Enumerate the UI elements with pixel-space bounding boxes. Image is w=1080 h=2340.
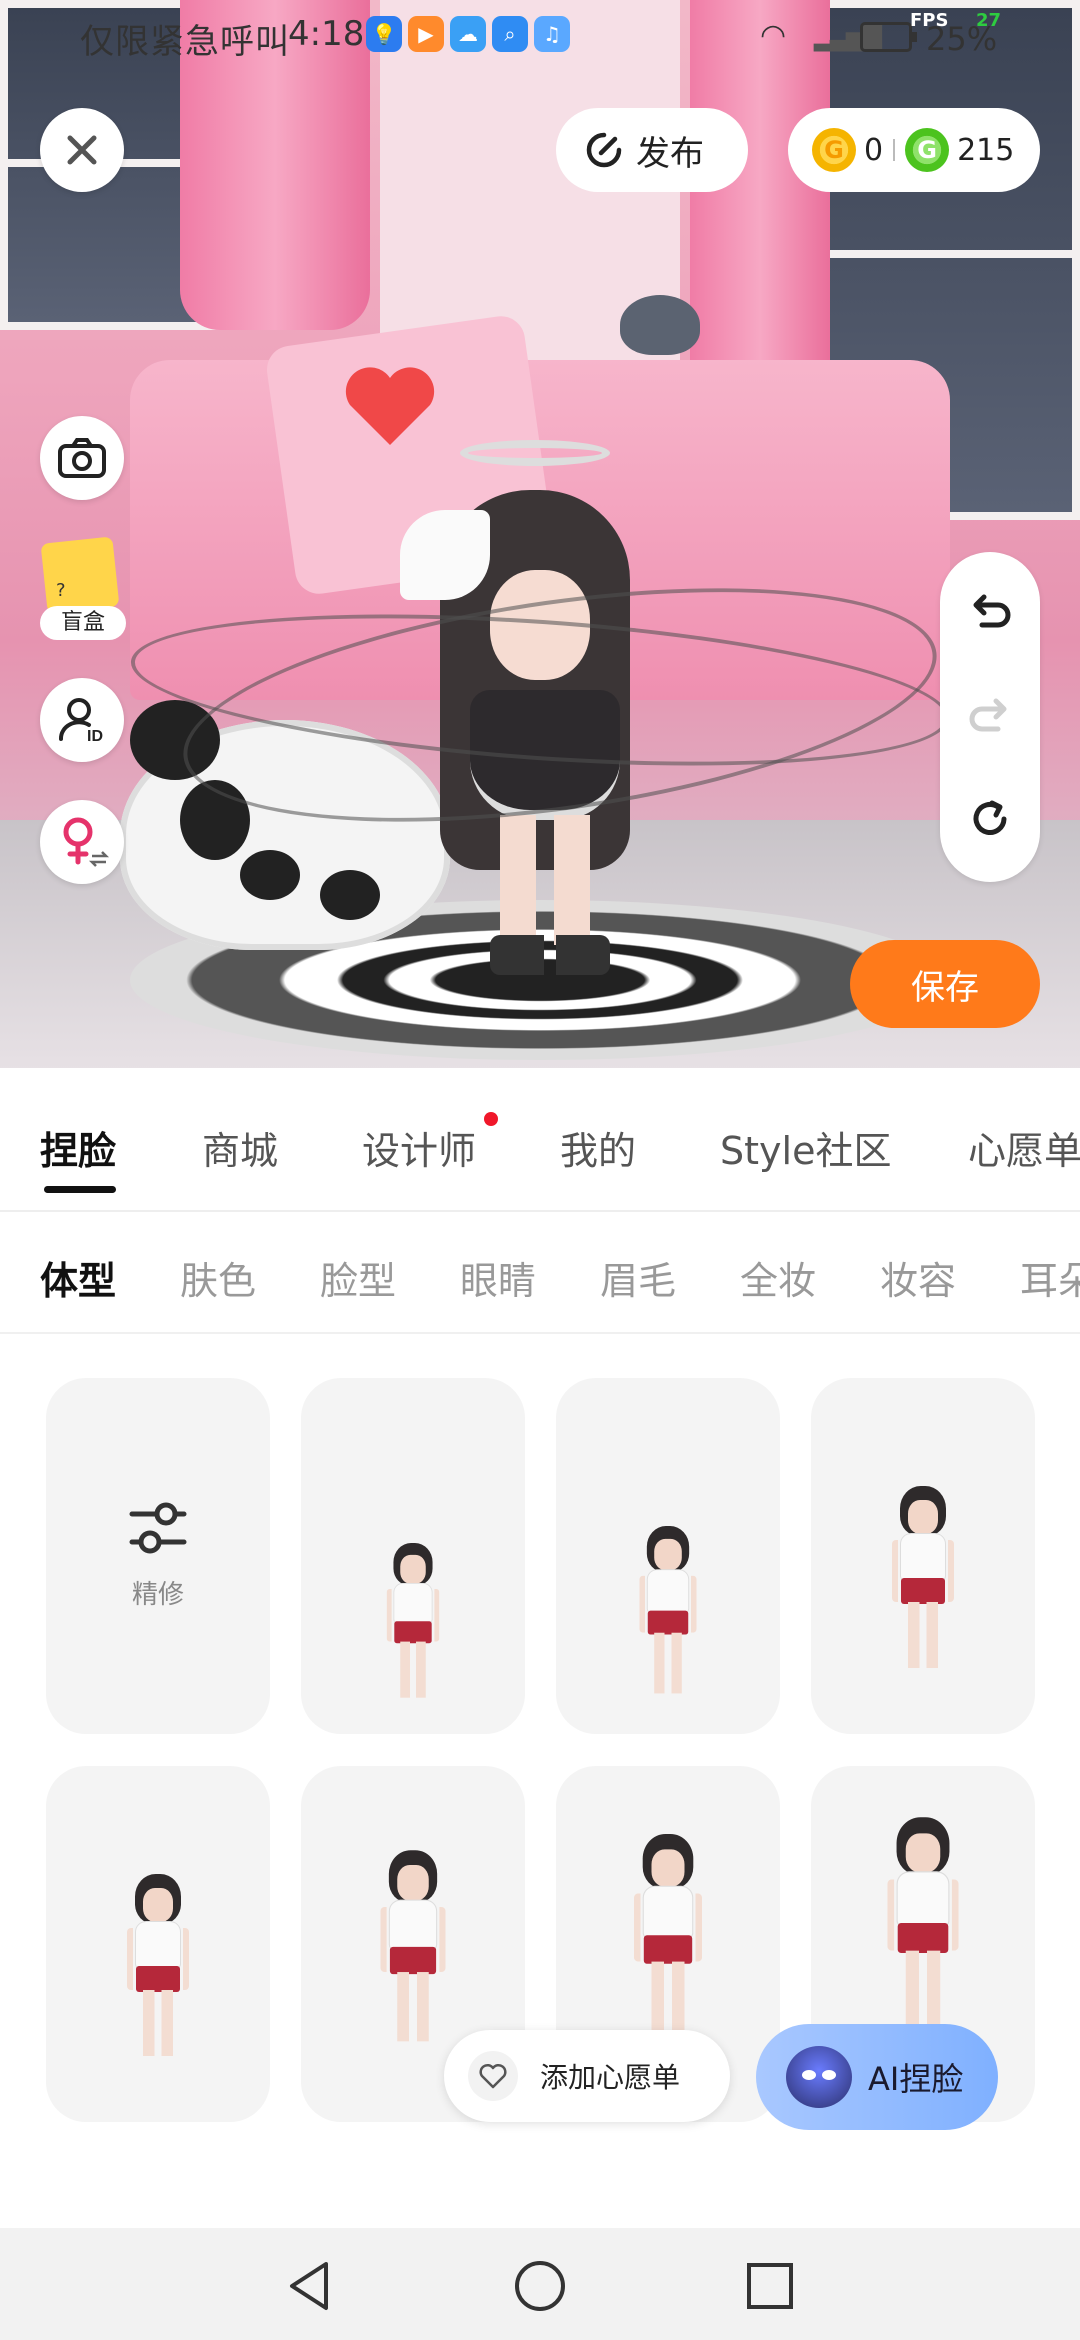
body-preview	[123, 1874, 193, 2094]
avatar-legs	[500, 815, 590, 945]
refine-label: 精修	[131, 1580, 184, 1610]
body-type-option[interactable]	[301, 1378, 525, 1734]
tab-mine[interactable]: 我的	[560, 1120, 636, 1175]
search-app-icon: ⌕	[492, 16, 528, 52]
recents-square-icon	[747, 2263, 793, 2309]
status-bar: 仅限紧急呼叫 4:18 💡 ▶ ☁ ⌕ ♫ ◠ ▂▃▅▇ FPS 27 25%	[0, 0, 1080, 70]
body-preview	[376, 1850, 450, 2092]
lightbulb-icon: 💡	[366, 16, 402, 52]
history-panel	[940, 552, 1040, 882]
redo-icon	[969, 698, 1007, 732]
publish-icon	[586, 132, 622, 168]
notification-icons: 💡 ▶ ☁ ⌕ ♫	[366, 16, 570, 52]
gold-coin-icon: G	[812, 128, 856, 172]
user-id-icon: ID	[59, 698, 103, 745]
currency-display[interactable]: G 0 G 215	[788, 108, 1040, 192]
question-mark-icon: ?	[56, 580, 66, 601]
avatar-halo	[460, 440, 610, 466]
undo-icon	[973, 594, 1011, 628]
subtab-body-type[interactable]: 体型	[40, 1250, 116, 1305]
robot-icon	[786, 2046, 852, 2108]
reset-button[interactable]	[940, 774, 1040, 864]
subtab-makeup[interactable]: 妆容	[880, 1250, 956, 1305]
ai-face-label: AI捏脸	[868, 2060, 964, 2098]
add-to-wishlist-button[interactable]: 添加心愿单	[444, 2030, 730, 2122]
ai-face-button[interactable]: AI捏脸	[756, 2024, 998, 2130]
home-button[interactable]	[512, 2258, 568, 2314]
body-preview	[636, 1526, 700, 1710]
tab-designer[interactable]: 设计师	[362, 1120, 476, 1175]
system-nav-bar	[0, 2228, 1080, 2340]
publish-button[interactable]: 发布	[556, 108, 748, 192]
heart-icon	[468, 2051, 518, 2101]
active-tab-indicator	[44, 1186, 116, 1193]
wifi-icon: ◠	[760, 18, 787, 53]
refine-card[interactable]: 精修	[46, 1378, 270, 1734]
currency-divider	[893, 139, 896, 161]
subtab-face-shape[interactable]: 脸型	[320, 1250, 396, 1305]
camera-button[interactable]	[40, 416, 124, 500]
female-swap-icon	[63, 817, 110, 867]
camera-icon	[58, 438, 106, 478]
heart-decoration	[345, 367, 435, 445]
tab-shop[interactable]: 商城	[202, 1120, 278, 1175]
main-tab-bar: 捏脸 商城 设计师 我的 Style社区 心愿单	[0, 1068, 1080, 1212]
publish-label: 发布	[636, 133, 704, 174]
gold-coin-count: 0	[864, 132, 884, 168]
tab-wishlist[interactable]: 心愿单	[968, 1120, 1080, 1175]
tab-style-community[interactable]: Style社区	[720, 1120, 891, 1175]
back-button[interactable]	[282, 2258, 338, 2314]
notification-dot	[484, 1112, 498, 1126]
body-type-option[interactable]	[556, 1378, 780, 1734]
green-coin-icon: G	[905, 128, 950, 172]
weather-icon: ☁	[450, 16, 486, 52]
subtab-eyes[interactable]: 眼睛	[460, 1250, 536, 1305]
body-type-option[interactable]	[46, 1766, 270, 2122]
battery-percent: 25%	[926, 20, 998, 58]
battery-icon	[860, 22, 917, 52]
redo-button[interactable]	[940, 672, 1040, 762]
body-type-option[interactable]	[811, 1378, 1035, 1734]
save-button[interactable]: 保存	[850, 940, 1040, 1028]
close-icon	[67, 135, 97, 165]
sliders-icon	[129, 1502, 187, 1554]
undo-button[interactable]	[940, 568, 1040, 658]
clock: 4:18	[288, 14, 365, 54]
play-icon: ▶	[408, 16, 444, 52]
avatar-bow	[400, 510, 490, 600]
body-preview	[888, 1486, 958, 1706]
body-preview	[383, 1543, 443, 1713]
subtab-ears[interactable]: 耳朵	[1020, 1250, 1080, 1305]
music-icon: ♫	[534, 16, 570, 52]
subtab-eyebrows[interactable]: 眉毛	[600, 1250, 676, 1305]
subtab-skin-color[interactable]: 肤色	[180, 1250, 256, 1305]
status-right: ◠ ▂▃▅▇ FPS 27 25%	[760, 8, 1050, 64]
carrier-text: 仅限紧急呼叫	[80, 22, 290, 62]
wishlist-label: 添加心愿单	[540, 2061, 681, 2094]
home-circle-icon	[515, 2261, 565, 2311]
avatar-shoes	[490, 935, 610, 975]
recents-button[interactable]	[742, 2258, 798, 2314]
blind-box-icon	[40, 536, 120, 614]
gender-switch-button[interactable]	[40, 800, 124, 884]
sub-tab-bar: 体型 肤色 脸型 眼睛 眉毛 全妆 妆容 耳朵	[0, 1214, 1080, 1334]
green-coin-count: 215	[957, 132, 1015, 168]
subtab-full-makeup[interactable]: 全妆	[740, 1250, 816, 1305]
svg-text:ID: ID	[87, 728, 103, 745]
avatar-id-button[interactable]: ID	[40, 678, 124, 762]
reset-icon	[973, 800, 1007, 835]
close-button[interactable]	[40, 108, 124, 192]
tab-face[interactable]: 捏脸	[40, 1120, 116, 1175]
shark-pet	[620, 295, 700, 355]
back-triangle-icon	[290, 2262, 328, 2310]
blind-box-button[interactable]: 盲盒	[40, 606, 126, 640]
